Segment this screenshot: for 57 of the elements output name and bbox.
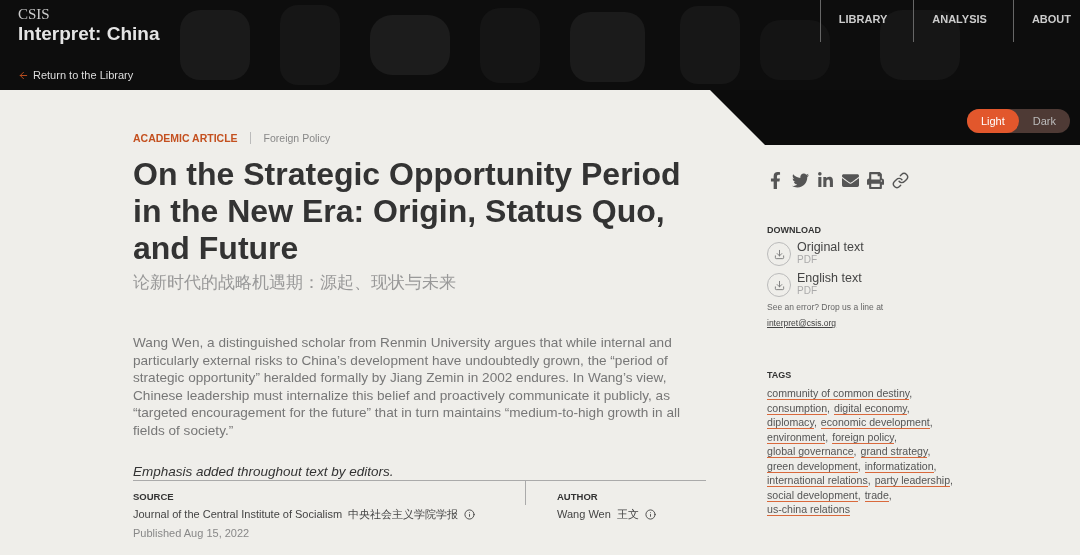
article-summary: Wang Wen, a distinguished scholar from Renmin University argues that while internal and particularly external risks to China’s development have undoubtedly grown, the “period of strategic opportunity” heralded formally by Jiang Zemin in 2002 endures. In Wang’s view, Chinese leadership must internalize this belief and proactively communicate it publicly, as “targeted encouragement for the future” that in turn maintains “medium-to-high growth in all fields of society.”	[133, 334, 682, 440]
article-category: ACADEMIC ARTICLE	[133, 132, 251, 144]
source-name: Journal of the Central Institute of Socialism	[133, 508, 343, 521]
tag-separator: ,	[888, 488, 892, 501]
tag-link[interactable]: digital economy	[834, 401, 907, 415]
nav-link[interactable]: LIBRARY	[819, 0, 914, 42]
mail-icon[interactable]	[842, 172, 859, 189]
tag-link[interactable]: foreign policy	[832, 430, 894, 444]
link-icon[interactable]	[892, 172, 909, 189]
site-title[interactable]: Interpret: China	[18, 23, 160, 45]
back-link[interactable]: Return to the Library	[18, 69, 160, 81]
download-link[interactable]: Original text PDF	[767, 240, 1080, 266]
chinese-title: 论新时代的战略机遇期：源起、现状与未来	[133, 272, 457, 294]
tag-link[interactable]: social development	[767, 488, 858, 502]
author-name: Wang Wen	[557, 508, 611, 521]
tags-heading: TAGS	[767, 370, 793, 380]
tag-link[interactable]: trade	[864, 488, 889, 502]
tag-separator: ,	[857, 488, 861, 501]
tag-separator: ,	[825, 430, 829, 443]
tag-separator: ,	[933, 459, 937, 472]
tag-separator: ,	[929, 416, 933, 428]
published-date: Published Aug 15, 2022	[133, 526, 251, 539]
tag-link[interactable]: green development	[767, 459, 858, 473]
tag-link[interactable]: informatization	[864, 459, 934, 473]
download-link[interactable]: English text PDF	[767, 271, 1080, 297]
email-link[interactable]: interpret@csis.org	[767, 318, 837, 328]
source-label: SOURCE	[133, 490, 175, 502]
author-name-chinese: 王文	[616, 506, 639, 522]
tag-separator: ,	[909, 387, 913, 399]
tag-link[interactable]: international relations	[767, 474, 868, 487]
source-name-chinese: 中央社会主义学院学报	[348, 506, 459, 522]
tag-separator: ,	[950, 474, 953, 486]
tag-link[interactable]: economic development	[820, 416, 930, 429]
nav-link[interactable]: ABOUT	[1012, 0, 1080, 42]
twitter-icon[interactable]	[792, 172, 809, 189]
info-icon[interactable]	[644, 508, 656, 520]
tag-link[interactable]: us-china relations	[767, 503, 851, 516]
nav-link[interactable]: ANALYSIS	[913, 0, 1013, 42]
logo-subtitle: CSIS	[18, 6, 51, 23]
linkedin-icon[interactable]	[817, 172, 834, 189]
tag-link[interactable]: diplomacy	[767, 416, 814, 429]
tag-separator: ,	[927, 445, 931, 457]
tag-separator: ,	[857, 459, 861, 472]
tag-separator: ,	[853, 445, 857, 457]
info-icon[interactable]	[464, 508, 476, 520]
tag-link[interactable]: global governance	[767, 445, 854, 458]
tag-separator: ,	[867, 474, 871, 486]
arrow-left-icon	[18, 69, 29, 81]
editor-note: Emphasis added throughout text by editors.	[133, 463, 395, 479]
author-label: AUTHOR	[557, 490, 599, 502]
theme-option[interactable]: Dark	[1018, 109, 1070, 133]
tag-separator: ,	[827, 401, 831, 414]
article-title: On the Strategic Opportunity Period in the New Era: Origin, Status Quo, and Future	[133, 156, 682, 267]
theme-option[interactable]: Light	[966, 109, 1019, 133]
printer-icon[interactable]	[867, 172, 884, 189]
error-note: See an error? Drop us a line at	[767, 302, 885, 312]
download-heading: DOWNLOAD	[767, 225, 822, 235]
